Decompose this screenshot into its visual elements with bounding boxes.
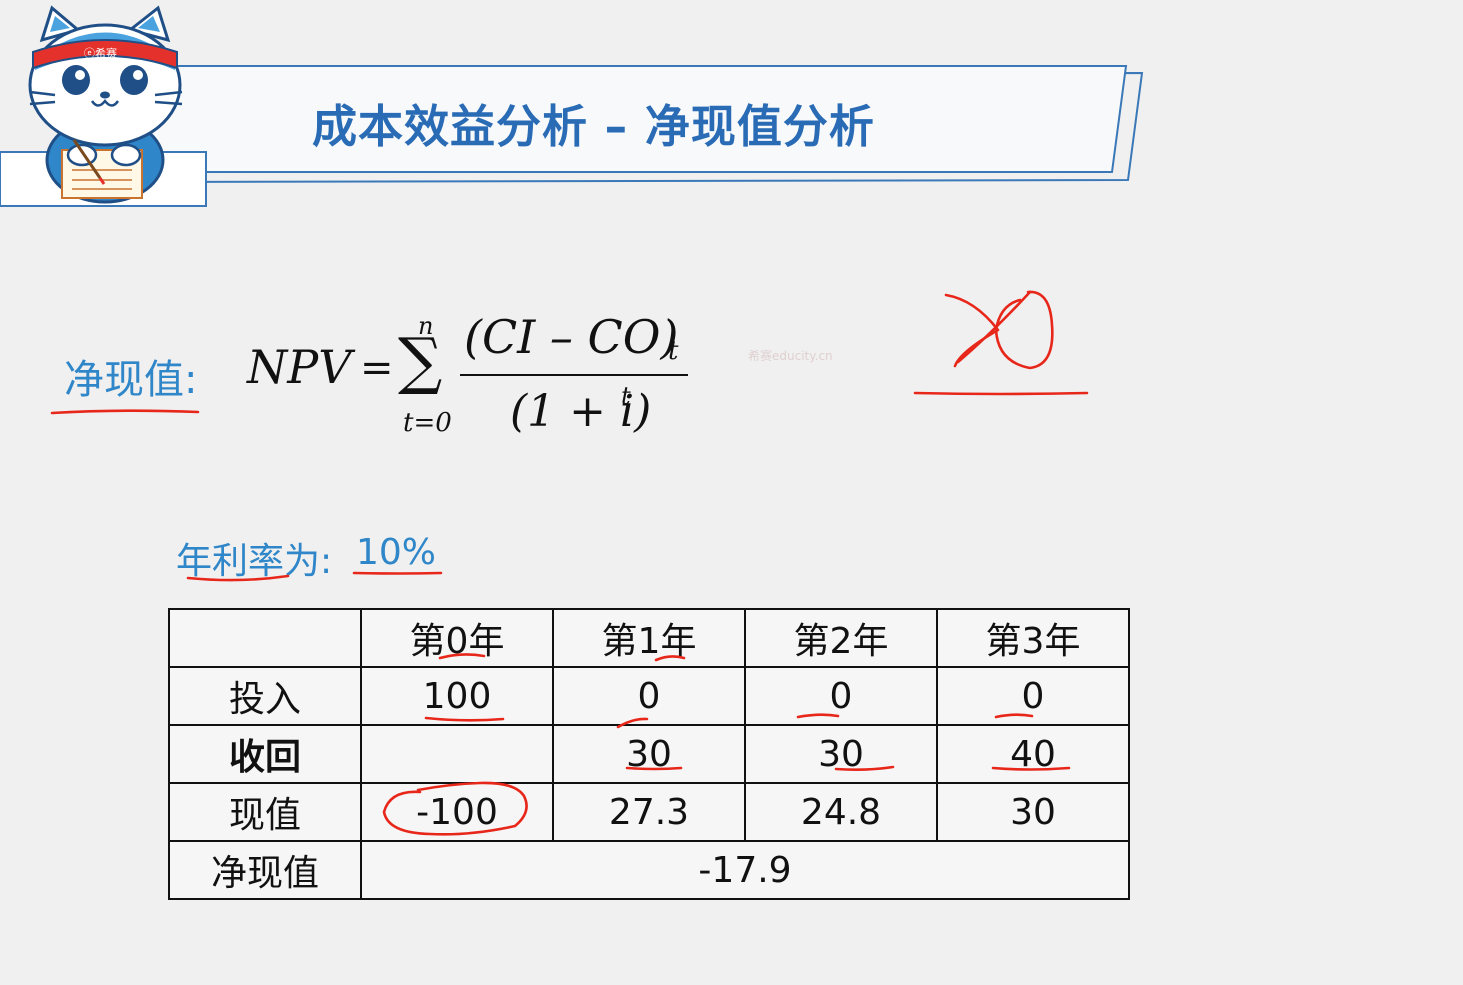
table-row-npv: 净现值 -17.9 <box>168 840 1130 900</box>
pen-scribble <box>956 290 1032 364</box>
row-label-investment: 投入 <box>168 666 362 726</box>
npv-label: 净现值: <box>64 357 198 403</box>
table-cell: 30 <box>552 724 746 784</box>
formula-lhs: NPV <box>247 340 352 394</box>
table-cell: 0 <box>744 666 938 726</box>
formula-sum-lower: t=0 <box>403 408 452 438</box>
formula-denominator-sup: t <box>621 382 631 410</box>
header-year-0: 第0年 <box>360 608 554 668</box>
table-cell: 40 <box>936 724 1130 784</box>
mascot-badge-text: ⓔ希赛 <box>84 46 117 60</box>
table-cell: -100 <box>360 782 554 842</box>
table-corner-cell <box>168 608 362 668</box>
table-cell: 27.3 <box>552 782 746 842</box>
row-label-present-value: 现值 <box>168 782 362 842</box>
npv-table: 第0年 第1年 第2年 第3年 投入 100 0 0 0 收回 30 30 40… <box>168 608 1130 900</box>
table-row-investment: 投入 100 0 0 0 <box>168 666 1130 726</box>
header-year-1: 第1年 <box>552 608 746 668</box>
formula-equals: = <box>360 345 394 391</box>
row-label-return: 收回 <box>168 724 362 784</box>
row-label-npv: 净现值 <box>168 840 362 900</box>
formula-fraction-bar <box>460 374 688 376</box>
page-title: 成本效益分析 – 净现值分析 <box>312 100 875 153</box>
rate-label: 年利率为: <box>176 541 333 582</box>
header-year-3: 第3年 <box>936 608 1130 668</box>
pen-scribble <box>944 293 1000 368</box>
pen-underline <box>50 409 200 415</box>
npv-total-cell: -17.9 <box>360 840 1130 900</box>
watermark: 希赛educity.cn <box>748 349 833 363</box>
rate-value: 10% <box>356 532 437 573</box>
pen-scribble <box>994 290 1054 370</box>
table-row-present-value: 现值 -100 27.3 24.8 30 <box>168 782 1130 842</box>
table-cell: 100 <box>360 666 554 726</box>
sigma-icon: ∑ <box>398 324 443 397</box>
table-cell: 0 <box>936 666 1130 726</box>
pen-underline <box>913 391 1089 396</box>
header-year-2: 第2年 <box>744 608 938 668</box>
formula-numerator-sub: t <box>668 336 679 366</box>
formula-numerator: (CI – CO) <box>464 310 679 364</box>
pen-underline <box>352 571 443 575</box>
table-cell: 30 <box>936 782 1130 842</box>
table-cell: 0 <box>552 666 746 726</box>
table-cell: 24.8 <box>744 782 938 842</box>
table-cell: 30 <box>744 724 938 784</box>
table-row-return: 收回 30 30 40 <box>168 724 1130 784</box>
table-header-row: 第0年 第1年 第2年 第3年 <box>168 608 1130 668</box>
mascot-cat-icon: ⓔ希赛 <box>28 5 183 204</box>
table-cell <box>360 724 554 784</box>
